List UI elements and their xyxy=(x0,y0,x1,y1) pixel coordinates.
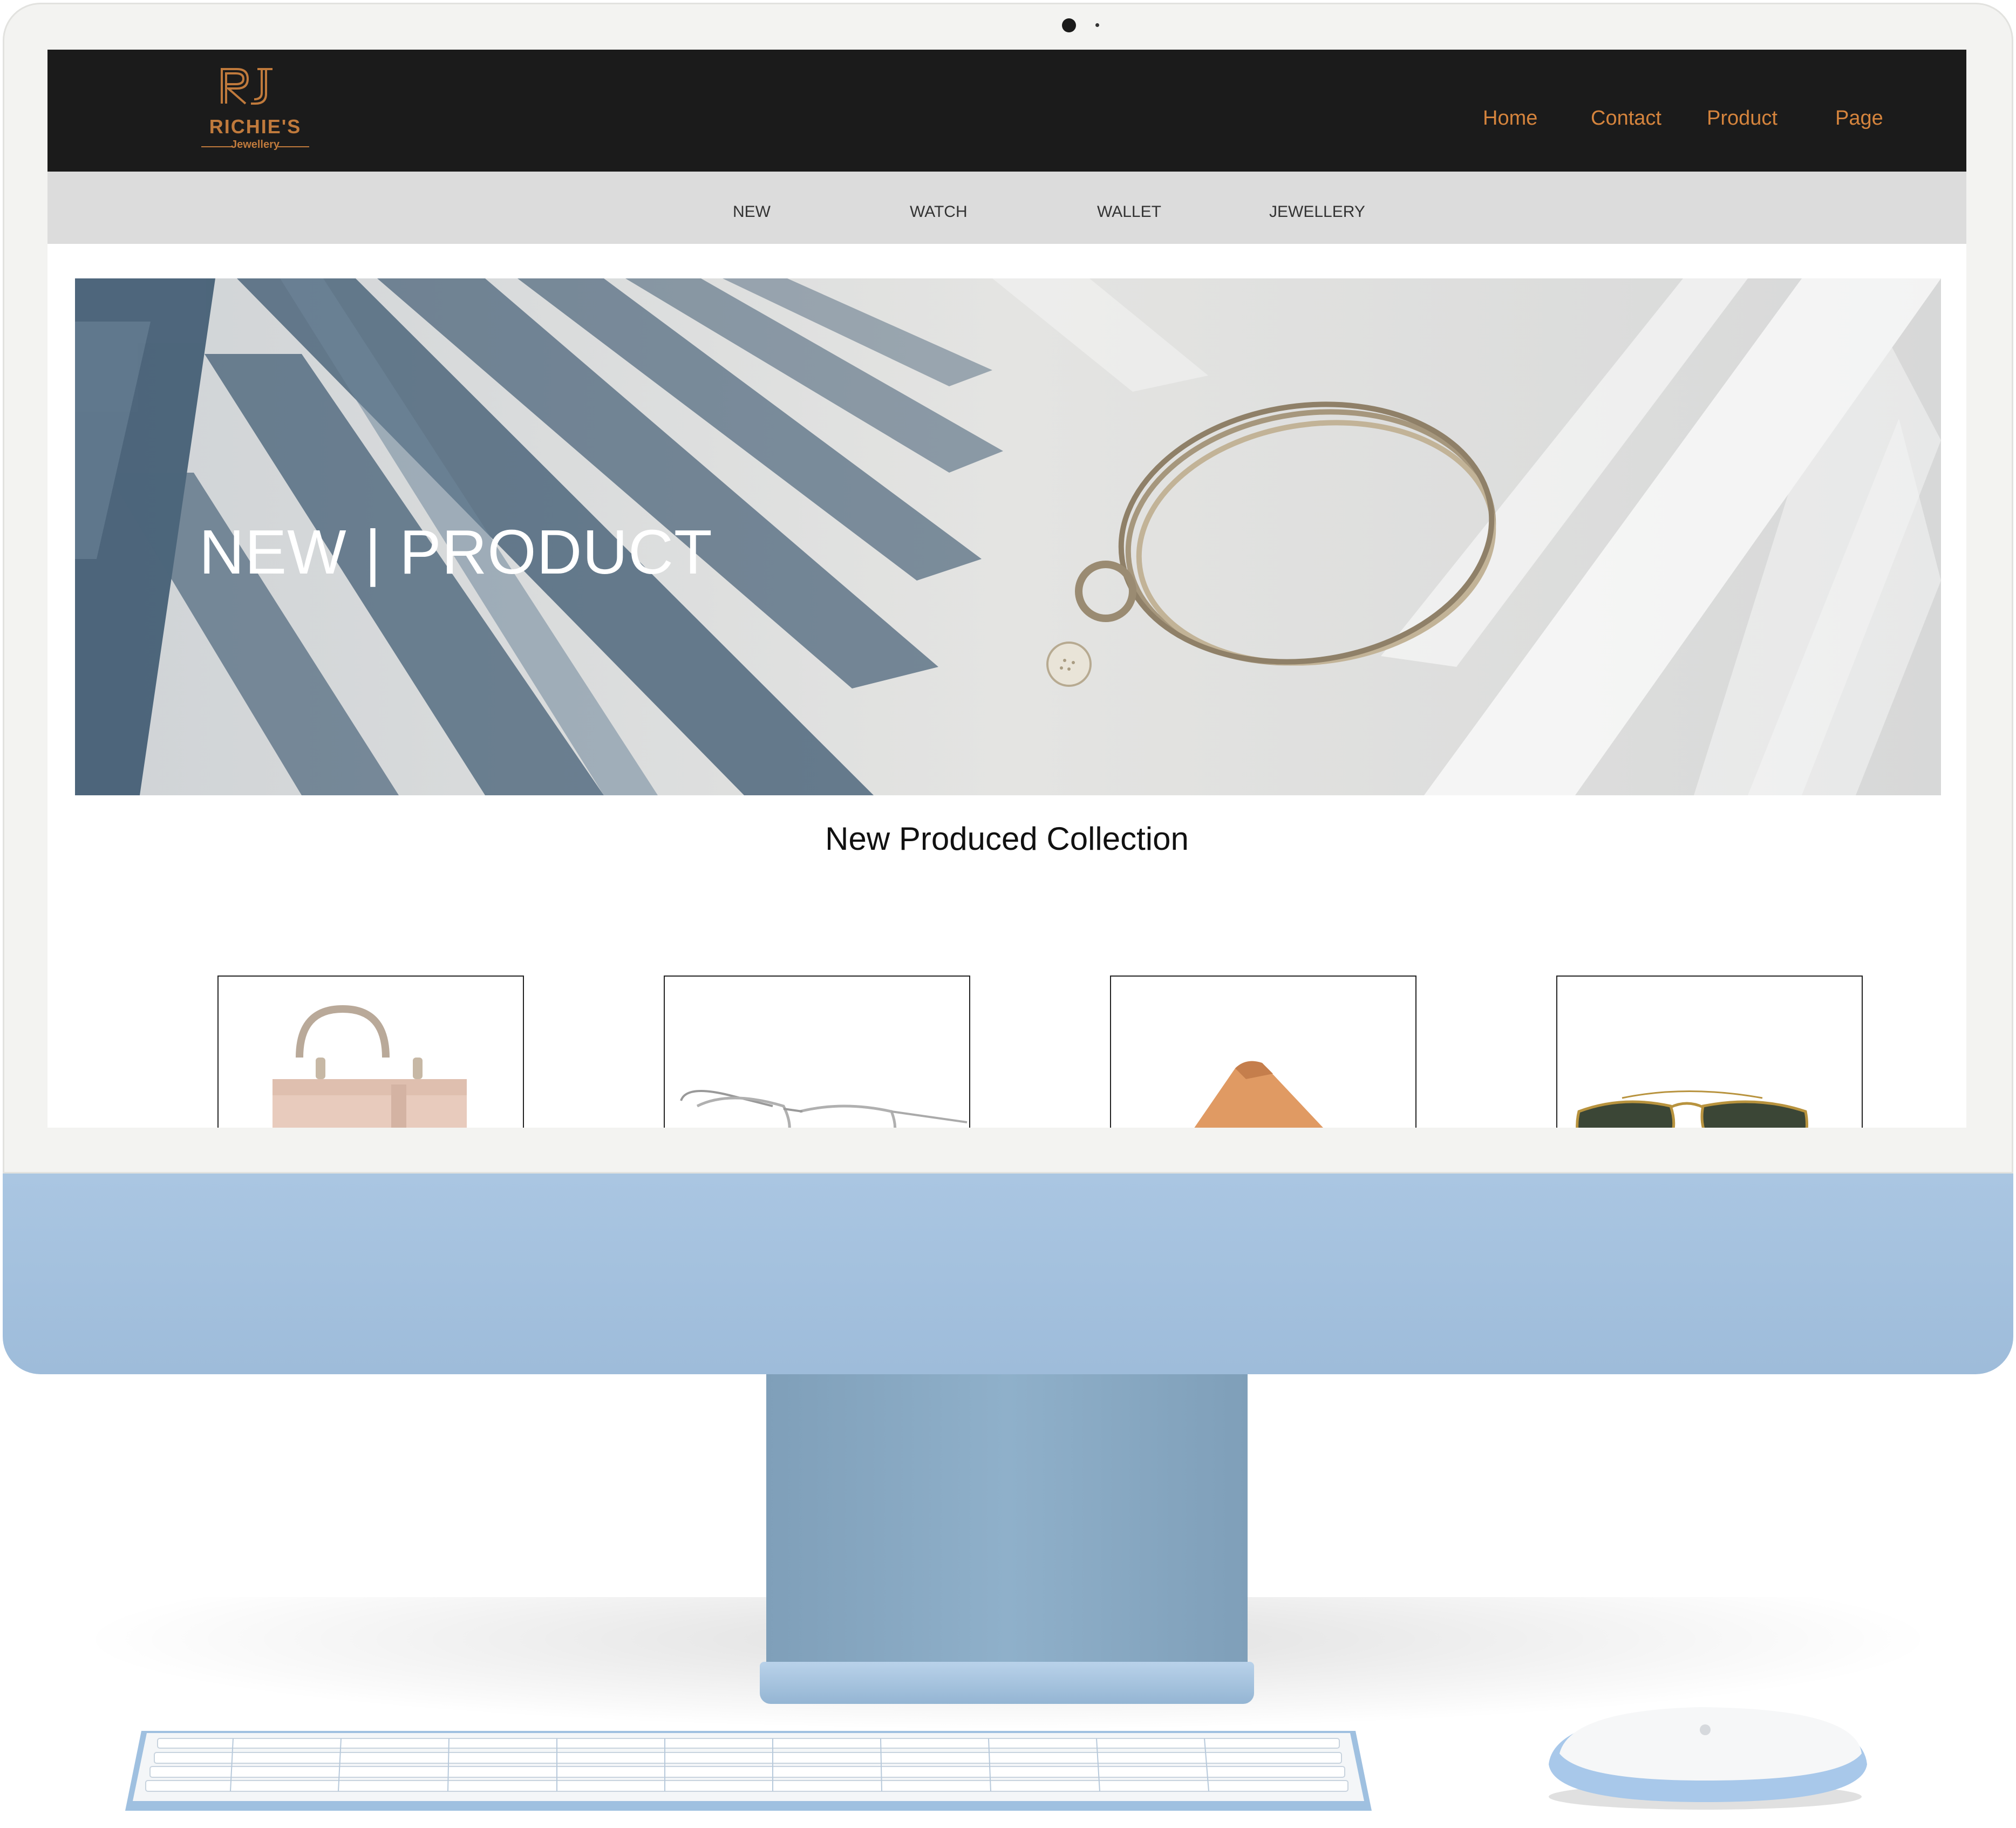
header-bar: RICHIE'S Jewellery Home Contact Product … xyxy=(47,50,1966,172)
camera-icon xyxy=(1062,18,1076,32)
product-card-glasses[interactable] xyxy=(664,976,970,1128)
collection-title: New Produced Collection xyxy=(825,821,1189,857)
hero-banner[interactable]: NEW | PRODUCT xyxy=(75,278,1941,795)
tan-wallet-image xyxy=(1194,1061,1323,1128)
nav-page-link[interactable]: Page xyxy=(1835,107,1883,130)
category-watch-link[interactable]: WATCH xyxy=(910,203,968,221)
product-card-handbag[interactable] xyxy=(217,976,524,1128)
hero-title: NEW | PRODUCT xyxy=(199,517,713,587)
nav-contact-link[interactable]: Contact xyxy=(1591,107,1661,130)
product-card-wallet[interactable] xyxy=(1110,976,1416,1128)
green-aviator-sunglasses-image xyxy=(1576,1090,1808,1128)
camera-sensor-icon xyxy=(1095,23,1099,27)
mouse xyxy=(1549,1707,1867,1810)
category-jewellery-link[interactable]: JEWELLERY xyxy=(1269,203,1365,221)
keyboard xyxy=(125,1731,1372,1811)
website-screen: RICHIE'S Jewellery Home Contact Product … xyxy=(47,50,1966,1128)
product-card-sunglasses[interactable] xyxy=(1556,976,1863,1128)
monitor-stand xyxy=(766,1374,1248,1694)
handbag-image xyxy=(273,1005,467,1128)
nav-home-link[interactable]: Home xyxy=(1483,107,1537,130)
category-nav-bar: NEW WATCH WALLET JEWELLERY xyxy=(47,172,1966,244)
category-new-link[interactable]: NEW xyxy=(733,203,771,221)
category-wallet-link[interactable]: WALLET xyxy=(1097,203,1161,221)
brand-name: RICHIE'S xyxy=(209,115,302,138)
monitor-chin xyxy=(3,1174,2013,1374)
brand-tagline: Jewellery xyxy=(230,139,280,151)
brand-logo[interactable]: RICHIE'S Jewellery xyxy=(201,66,309,155)
monitor-stand-foot xyxy=(760,1662,1254,1704)
silver-aviator-glasses-image xyxy=(680,1090,968,1128)
apple-logo-icon xyxy=(1700,1724,1711,1735)
nav-product-link[interactable]: Product xyxy=(1707,107,1777,130)
